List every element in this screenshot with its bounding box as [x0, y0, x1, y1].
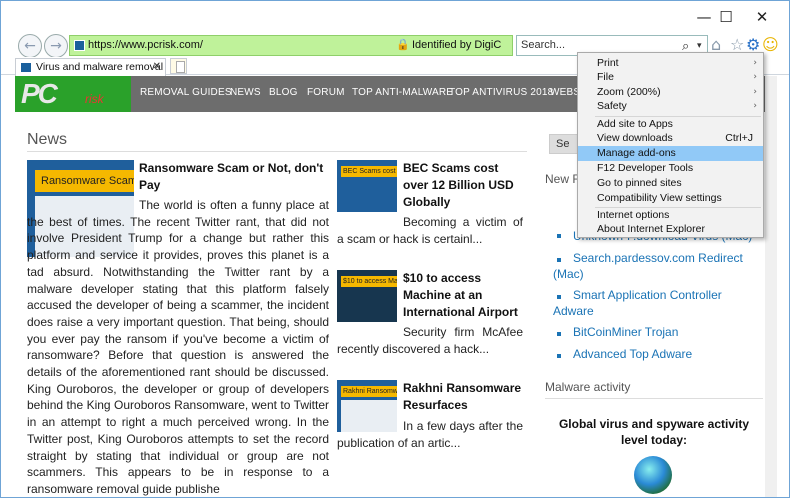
main-article-text: The world is often a funny place at the …: [27, 198, 329, 496]
tools-menu: Print › File › Zoom (200%) › Safety › Add si…: [577, 52, 764, 238]
tab-close-icon[interactable]: ✕: [153, 59, 161, 75]
menu-item-pinned-sites[interactable]: Go to pinned sites: [578, 176, 763, 191]
arrow-left-icon: ←: [24, 38, 36, 54]
thumb-label: BEC Scams cost over: [341, 166, 397, 177]
menu-item-label: Add site to Apps: [597, 118, 673, 130]
menu-item-label: Safety: [597, 100, 627, 112]
menu-item-label: Manage add-ons: [597, 147, 676, 159]
chevron-right-icon: ›: [753, 101, 757, 111]
menu-item-print[interactable]: Print ›: [578, 56, 763, 71]
address-url[interactable]: https://www.pcrisk.com/: [88, 36, 203, 55]
tab-favicon: [21, 63, 31, 72]
chevron-right-icon: ›: [753, 58, 757, 68]
menu-item-zoom[interactable]: Zoom (200%) ›: [578, 85, 763, 100]
browser-window: — ☐ ✕ ← → https://www.pcrisk.com/ 🔒 Iden…: [0, 0, 790, 498]
menu-item-file[interactable]: File ›: [578, 70, 763, 85]
menu-item-label: File: [597, 71, 614, 83]
menu-item-label: Internet options: [597, 209, 670, 221]
globe-icon: [634, 456, 672, 494]
arrow-right-icon: →: [50, 38, 62, 54]
maximize-button[interactable]: ☐: [711, 7, 741, 27]
article-excerpt: In a few days after the publication of a…: [337, 419, 523, 450]
menu-item-dev-tools[interactable]: F12 Developer Tools: [578, 161, 763, 176]
nav-forum[interactable]: FORUM: [307, 76, 345, 112]
chevron-right-icon: ›: [753, 87, 757, 97]
new-tab-button[interactable]: [170, 58, 187, 74]
thumb-label: $10 to access Ma: [341, 276, 397, 287]
menu-item-label: About Internet Explorer: [597, 223, 705, 235]
nav-blog[interactable]: BLOG: [269, 76, 298, 112]
sidebar-link[interactable]: Advanced Top Adware: [573, 346, 773, 362]
thumb-label: Rakhni Ransomw: [341, 386, 397, 397]
menu-item-view-downloads[interactable]: View downloads Ctrl+J: [578, 131, 763, 146]
menu-shortcut: Ctrl+J: [725, 132, 753, 144]
chevron-right-icon: ›: [753, 72, 757, 82]
malware-activity-heading: Malware activity: [545, 380, 631, 394]
title-bar: — ☐ ✕: [1, 1, 789, 33]
menu-item-label: Print: [597, 57, 619, 69]
menu-item-about-ie[interactable]: About Internet Explorer: [578, 222, 763, 237]
menu-item-safety[interactable]: Safety ›: [578, 99, 763, 114]
thumb-label: Ransomware Scam: [35, 170, 134, 192]
article-thumbnail[interactable]: $10 to access Ma: [337, 270, 397, 322]
menu-item-label: F12 Developer Tools: [597, 162, 694, 174]
nav-webs[interactable]: WEBS: [550, 76, 580, 112]
address-bar[interactable]: https://www.pcrisk.com/ 🔒 Identified by …: [69, 35, 513, 56]
activity-title: Global virus and spyware activity level …: [558, 417, 750, 447]
close-window-button[interactable]: ✕: [747, 7, 777, 27]
menu-item-manage-addons[interactable]: Manage add-ons: [578, 146, 763, 161]
new-removals-heading: New R: [545, 172, 582, 186]
divider: [27, 151, 527, 152]
back-button[interactable]: ←: [18, 34, 42, 58]
logo-subtext: risk: [85, 92, 104, 106]
article-thumbnail[interactable]: BEC Scams cost over: [337, 160, 397, 212]
menu-item-add-site[interactable]: Add site to Apps: [578, 117, 763, 132]
nav-news[interactable]: NEWS: [230, 76, 261, 112]
sidebar-link[interactable]: BitCoinMiner Trojan: [573, 324, 773, 340]
site-logo[interactable]: PC risk: [15, 76, 131, 112]
nav-top-anti-malware[interactable]: TOP ANTI-MALWARE: [352, 76, 453, 112]
article-title[interactable]: $10 to access Machine at an Internationa…: [403, 270, 523, 321]
news-heading: News: [27, 131, 68, 148]
site-favicon: [74, 40, 85, 51]
search-placeholder: Search...: [521, 39, 566, 51]
menu-item-label: Zoom (200%): [597, 86, 661, 98]
sidebar-link[interactable]: Search.pardessov.com Redirect (Mac): [553, 250, 765, 282]
divider: [545, 398, 763, 399]
article-excerpt: Security firm McAfee recently discovered…: [337, 325, 523, 356]
article-title[interactable]: BEC Scams cost over 12 Billion USD Globa…: [403, 160, 523, 211]
menu-item-compat-view[interactable]: Compatibility View settings: [578, 191, 763, 206]
menu-item-label: Compatibility View settings: [597, 192, 722, 204]
article-excerpt: Becoming a victim of a scam or hack is c…: [337, 215, 523, 246]
smiley-feedback-icon[interactable]: ☺: [762, 35, 779, 55]
menu-item-internet-options[interactable]: Internet options: [578, 208, 763, 223]
main-article-title[interactable]: Ransomware Scam or Not, don't Pay: [139, 160, 329, 194]
scrollbar[interactable]: [765, 76, 777, 497]
nav-top-antivirus[interactable]: TOP ANTIVIRUS 2018: [449, 76, 553, 112]
tab-active[interactable]: Virus and malware removal i... ✕: [15, 58, 166, 89]
logo-text: PC: [21, 78, 58, 109]
sidebar-link[interactable]: Smart Application Controller Adware: [553, 287, 753, 319]
forward-button[interactable]: →: [44, 34, 68, 58]
bullet: [557, 332, 561, 336]
identity-label[interactable]: Identified by DigiC: [412, 36, 501, 55]
lock-icon[interactable]: 🔒: [396, 36, 410, 55]
nav-removal-guides[interactable]: REMOVAL GUIDES: [140, 76, 232, 112]
menu-item-label: Go to pinned sites: [597, 177, 682, 189]
article-title[interactable]: Rakhni Ransomware Resurfaces: [403, 380, 523, 414]
bullet: [557, 234, 561, 238]
bullet: [557, 354, 561, 358]
menu-item-label: View downloads: [597, 132, 673, 144]
